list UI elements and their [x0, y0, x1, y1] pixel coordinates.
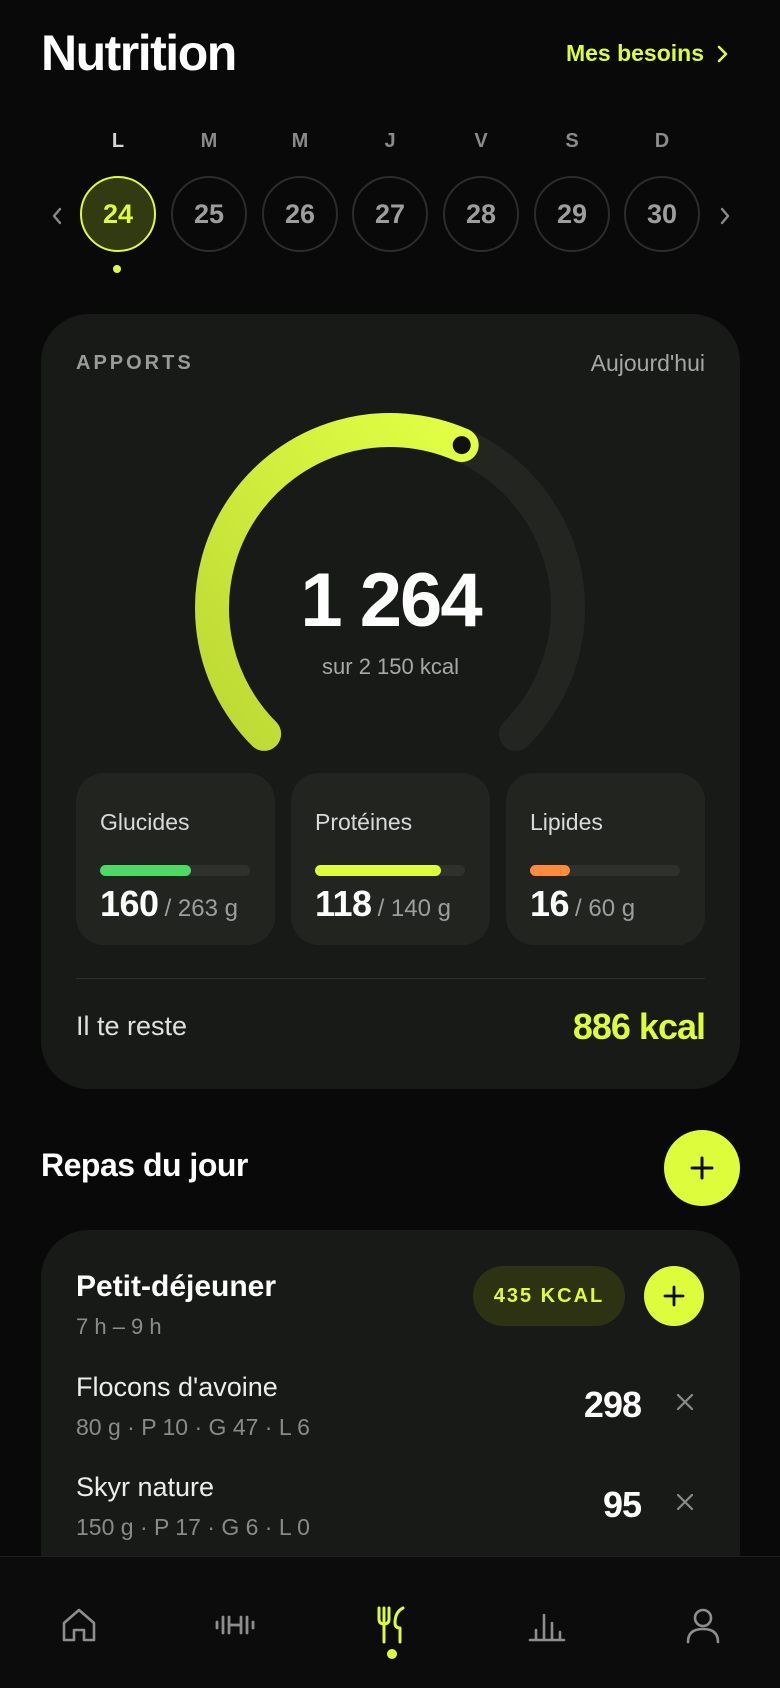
prev-week-button[interactable] — [45, 202, 69, 230]
weekday-label: M — [200, 130, 218, 152]
nav-home[interactable] — [49, 1597, 109, 1653]
macro-value: 160 / 263 g — [100, 883, 238, 925]
page-title: Nutrition — [41, 25, 237, 81]
weekday-row: L M M J V S D — [80, 130, 710, 156]
macro-progress-track — [315, 865, 465, 876]
gauge-knob — [452, 436, 471, 455]
macro-progress-fill — [530, 865, 571, 876]
needs-link-label: Mes besoins — [565, 40, 704, 66]
nav-workouts[interactable] — [205, 1597, 265, 1653]
nav-nutrition[interactable] — [361, 1597, 421, 1653]
nav-profile[interactable] — [673, 1597, 733, 1653]
weekday-label: D — [654, 130, 670, 152]
chevron-right-icon — [720, 207, 730, 225]
remaining-kcal: 886 kcal — [572, 1006, 706, 1047]
bottom-nav — [0, 1556, 780, 1688]
meals-section-title: Repas du jour — [41, 1147, 248, 1183]
calorie-gauge — [195, 413, 585, 751]
close-icon — [676, 1393, 694, 1411]
food-kcal: 298 — [583, 1384, 642, 1425]
macro-target: / 140 g — [377, 895, 451, 922]
macro-card-proteines: Protéines 118 / 140 g — [291, 773, 490, 945]
active-tab-indicator — [387, 1649, 397, 1659]
food-item[interactable]: Flocons d'avoine 80 g · P 10 · G 47 · L … — [76, 1372, 705, 1462]
weekday-label: S — [565, 130, 579, 152]
meal-kcal-badge: 435 KCAL — [473, 1266, 625, 1326]
weekday-label: J — [384, 130, 396, 152]
macro-name: Protéines — [315, 809, 413, 835]
food-detail: 150 g · P 17 · G 6 · L 0 — [76, 1514, 310, 1540]
macro-current: 160 — [100, 883, 159, 924]
close-icon — [676, 1493, 694, 1511]
consumed-kcal: 1 264 — [300, 558, 482, 643]
day-28[interactable]: 28 — [443, 176, 519, 252]
macro-card-glucides: Glucides 160 / 263 g — [76, 773, 275, 945]
macro-value: 16 / 60 g — [530, 883, 635, 925]
food-detail: 80 g · P 10 · G 47 · L 6 — [76, 1414, 310, 1440]
plus-icon — [663, 1285, 685, 1307]
macro-value: 118 / 140 g — [315, 883, 451, 925]
add-food-button[interactable] — [644, 1266, 704, 1326]
divider — [76, 978, 705, 979]
macro-name: Lipides — [530, 809, 603, 835]
intake-period: Aujourd'hui — [590, 350, 705, 376]
target-kcal: sur 2 150 kcal — [322, 654, 459, 679]
remove-food-button[interactable] — [671, 1488, 699, 1516]
intake-label: APPORTS — [76, 352, 194, 374]
selected-day-indicator — [113, 265, 121, 273]
food-name: Flocons d'avoine — [76, 1372, 278, 1402]
chevron-left-icon — [52, 207, 62, 225]
weekday-label: V — [474, 130, 488, 152]
day-27[interactable]: 27 — [352, 176, 428, 252]
chevron-right-icon — [717, 45, 728, 62]
week-selector: L M M J V S D 24 25 26 27 28 29 30 — [0, 120, 780, 280]
macro-current: 118 — [315, 883, 372, 924]
macro-name: Glucides — [100, 809, 190, 835]
needs-link[interactable]: Mes besoins — [566, 40, 730, 67]
day-26[interactable]: 26 — [262, 176, 338, 252]
day-29[interactable]: 29 — [534, 176, 610, 252]
add-meal-button[interactable] — [664, 1130, 740, 1206]
macro-current: 16 — [530, 883, 570, 924]
day-30[interactable]: 30 — [624, 176, 700, 252]
utensils-icon — [377, 1606, 405, 1644]
day-25[interactable]: 25 — [171, 176, 247, 252]
food-item[interactable]: Skyr nature 150 g · P 17 · G 6 · L 0 95 — [76, 1472, 705, 1562]
nav-stats[interactable] — [517, 1597, 577, 1653]
macro-progress-track — [530, 865, 680, 876]
macro-progress-track — [100, 865, 250, 876]
weekday-label: L — [111, 130, 125, 152]
macro-target: / 263 g — [164, 895, 238, 922]
chart-icon — [528, 1613, 566, 1642]
food-kcal: 95 — [602, 1484, 642, 1525]
macro-card-lipides: Lipides 16 / 60 g — [506, 773, 705, 945]
header: Nutrition Mes besoins — [0, 0, 780, 110]
next-week-button[interactable] — [713, 202, 737, 230]
home-icon — [62, 1608, 96, 1642]
macro-progress-fill — [315, 865, 442, 876]
food-name: Skyr nature — [76, 1472, 215, 1502]
macro-target: / 60 g — [575, 895, 636, 922]
day-24[interactable]: 24 — [80, 176, 156, 252]
meal-time: 7 h – 9 h — [76, 1314, 162, 1339]
user-icon — [686, 1608, 720, 1644]
plus-icon — [690, 1156, 714, 1180]
remaining-label: Il te reste — [76, 1011, 188, 1041]
dumbbell-icon — [215, 1615, 255, 1635]
intake-card: APPORTS Aujourd'hui 1 264 sur 2 150 kcal… — [41, 314, 740, 1089]
meal-name: Petit-déjeuner — [76, 1270, 277, 1303]
remove-food-button[interactable] — [671, 1388, 699, 1416]
macro-progress-fill — [100, 865, 192, 876]
weekday-label: M — [291, 130, 309, 152]
